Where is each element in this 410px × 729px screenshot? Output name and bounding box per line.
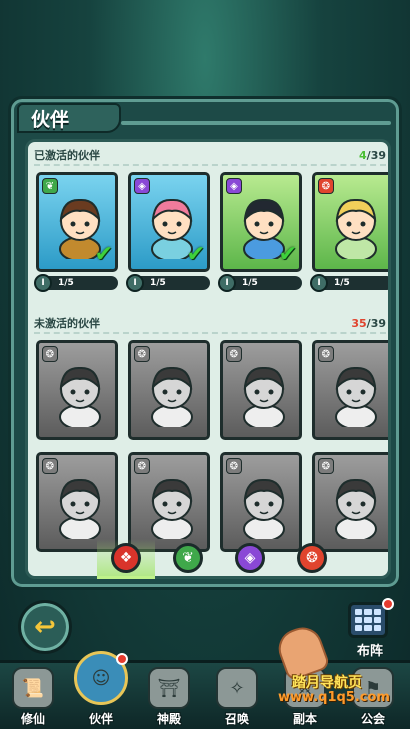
partner-card-locked[interactable]: ❂ (220, 340, 302, 440)
filter-arcane-button[interactable]: ◈ (235, 543, 265, 573)
nav-label: 召唤 (224, 712, 249, 726)
fire-element-icon: ❂ (318, 458, 334, 474)
nav-item-partner[interactable]: ☺ 伙伴 (72, 651, 130, 729)
activated-label: 已激活的伙伴 (34, 149, 100, 162)
partner-portrait (53, 361, 107, 430)
partner-card-locked[interactable]: ❂ (36, 452, 118, 552)
partner-card-locked[interactable]: ❂ (312, 452, 388, 552)
partner-level-bar: I 1/5 (126, 274, 210, 292)
partner-portrait (53, 473, 107, 542)
level-icon: I (34, 274, 52, 292)
scroll-icon: 📜 (12, 667, 54, 709)
back-arrow-icon: ↩ (34, 612, 56, 642)
nav-notification-dot (116, 653, 128, 665)
filter-nature-button[interactable]: ❦ (173, 543, 203, 573)
fire-element-icon: ❂ (226, 346, 242, 362)
nav-item-temple[interactable]: ⛩ 神殿 (140, 665, 198, 729)
temple-icon: ⛩ (148, 667, 190, 709)
watermark-url: www.q1q5.com (278, 690, 390, 705)
partner-level: 1/5 (334, 278, 350, 288)
partner-level-bar: I 1/5 (34, 274, 118, 292)
inactive-label: 未激活的伙伴 (34, 317, 100, 330)
inactive-count: 35/39 (351, 316, 386, 330)
partner-list: 已激活的伙伴 4/39 ❦ ✔ I 1/5 ◈ ✔ I 1/5 ◈ ✔ I 1/… (25, 139, 391, 579)
fire-element-icon: ❂ (226, 458, 242, 474)
nav-label: 公会 (360, 712, 385, 726)
partner-portrait (145, 473, 199, 542)
partner-card-locked[interactable]: ❂ (128, 340, 210, 440)
fire-element-icon: ❂ (42, 458, 58, 474)
arcane-element-icon: ◈ (226, 178, 242, 194)
watermark: 踏月导航页 www.q1q5.com (273, 621, 410, 708)
all-element-icon: ❖ (119, 550, 133, 566)
fire-element-icon: ❂ (318, 346, 334, 362)
filter-all-button[interactable]: ❖ (111, 543, 141, 573)
partner-card-active[interactable]: ◈ ✔ (128, 172, 210, 272)
summon-icon: ✧ (216, 667, 258, 709)
nav-label: 神殿 (156, 712, 181, 726)
watermark-text: 踏月导航页 (292, 675, 362, 691)
activated-count: 4/39 (359, 148, 386, 162)
nav-item-summon[interactable]: ✧ 召唤 (208, 665, 266, 729)
level-icon: I (126, 274, 144, 292)
nature-element-icon: ❦ (42, 178, 58, 194)
partner-portrait (329, 473, 383, 542)
fire-element-icon: ❂ (318, 178, 334, 194)
partner-level: 1/5 (242, 278, 258, 288)
partner-card-locked[interactable]: ❂ (312, 340, 388, 440)
formation-notification-dot (382, 598, 394, 610)
nature-element-icon: ❦ (182, 550, 194, 566)
partner-card-active[interactable]: ❦ ✔ (36, 172, 118, 272)
check-icon: ✔ (278, 242, 297, 267)
level-icon: I (218, 274, 236, 292)
arcane-element-icon: ◈ (134, 178, 150, 194)
partner-level-bar: I 1/5 (218, 274, 302, 292)
filter-fire-button[interactable]: ❂ (297, 543, 327, 573)
check-icon: ✔ (186, 242, 205, 267)
check-icon: ✔ (94, 242, 113, 267)
nav-item-scroll[interactable]: 📜 修仙 (4, 665, 62, 729)
nav-label: 伙伴 (88, 712, 113, 726)
element-filter-bar: ❖ ❦ ◈ ❂ (25, 539, 391, 579)
back-button[interactable]: ↩ (18, 600, 72, 654)
partner-portrait (237, 473, 291, 542)
partner-card-active[interactable]: ◈ ✔ (220, 172, 302, 272)
partner-card-locked[interactable]: ❂ (36, 340, 118, 440)
partner-level-bar: I 1/5 (310, 274, 388, 292)
partner-portrait (237, 361, 291, 430)
partner-portrait (329, 361, 383, 430)
partner-card-active[interactable]: ❂ (312, 172, 388, 272)
partner-panel: 伙伴 已激活的伙伴 4/39 ❦ ✔ I 1/5 ◈ ✔ I 1/5 ◈ ✔ I… (8, 96, 402, 590)
partner-level: 1/5 (58, 278, 74, 288)
partner-card-locked[interactable]: ❂ (220, 452, 302, 552)
fire-element-icon: ❂ (306, 550, 318, 566)
panel-title: 伙伴 (17, 103, 121, 133)
arcane-element-icon: ◈ (244, 550, 256, 566)
partner-portrait (145, 361, 199, 430)
activated-header: 已激活的伙伴 4/39 (34, 146, 386, 166)
nav-label: 副本 (292, 712, 317, 726)
fire-element-icon: ❂ (134, 346, 150, 362)
fire-element-icon: ❂ (134, 458, 150, 474)
partner-card-locked[interactable]: ❂ (128, 452, 210, 552)
fire-element-icon: ❂ (42, 346, 58, 362)
level-icon: I (310, 274, 328, 292)
partner-level: 1/5 (150, 278, 166, 288)
partner-portrait (329, 193, 383, 262)
inactive-header: 未激活的伙伴 35/39 (34, 314, 386, 334)
title-divider (121, 121, 391, 125)
nav-label: 修仙 (20, 712, 45, 726)
activated-cards: ❦ ✔ I 1/5 ◈ ✔ I 1/5 ◈ ✔ I 1/5 ❂ I 1/5 (28, 172, 388, 292)
